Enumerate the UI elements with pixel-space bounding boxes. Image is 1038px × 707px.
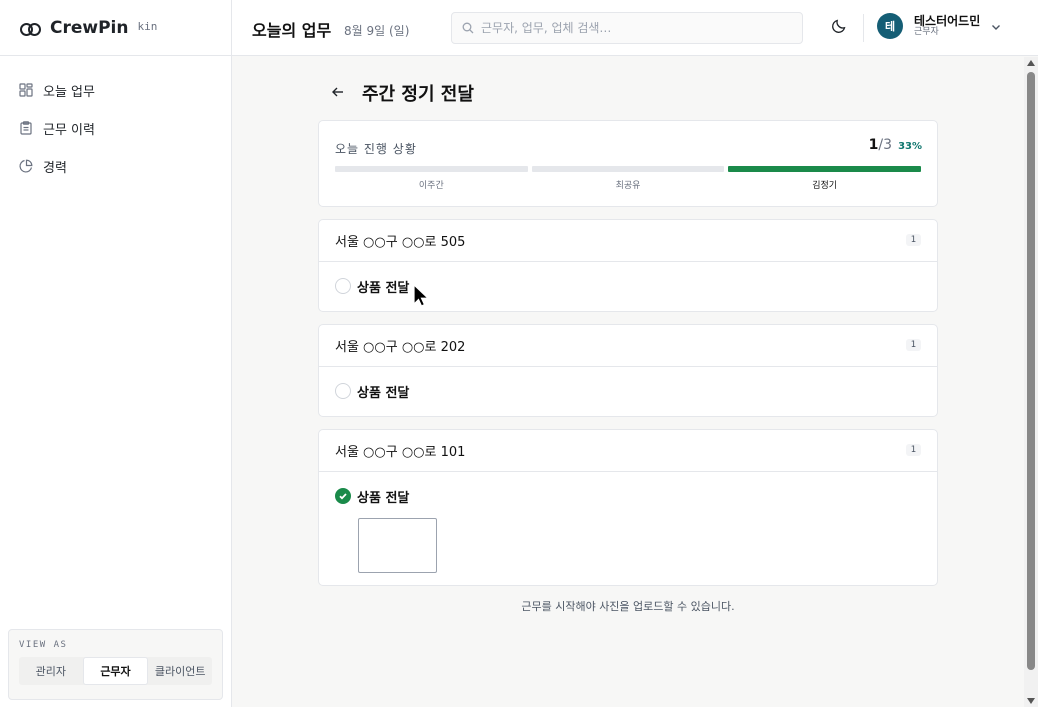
progress-step[interactable]: 이주간: [335, 166, 528, 191]
task-row[interactable]: 상품 전달: [319, 472, 937, 520]
brand-name: CrewPin: [50, 17, 129, 38]
task-checkbox[interactable]: [335, 278, 351, 294]
step-bar: [531, 166, 725, 172]
view-as-admin-button[interactable]: 관리자: [19, 657, 83, 685]
task-label: 상품 전달: [357, 490, 410, 506]
scrollbar[interactable]: [1024, 57, 1038, 707]
brand[interactable]: CrewPin kin: [0, 0, 231, 56]
step-name: 최공유: [615, 181, 641, 191]
avatar: 테: [877, 13, 903, 39]
progress-total: 3: [883, 137, 892, 153]
task-checkbox[interactable]: [335, 383, 351, 399]
location-header: 서울 ○○구 ○○로 505 1: [319, 220, 937, 262]
progress-done: 1: [868, 137, 879, 153]
moon-icon: [831, 18, 847, 38]
task-count-badge: 1: [905, 339, 921, 351]
clipboard-icon: [19, 121, 33, 135]
step-name: 김정기: [812, 181, 838, 191]
pie-chart-icon: [19, 159, 33, 173]
user-role: 근무자: [914, 26, 939, 37]
sidebar-nav: 오늘 업무 근무 이력 경력: [0, 56, 231, 185]
location-address: 서울 ○○구 ○○로 505: [335, 235, 466, 250]
sidebar-item-today[interactable]: 오늘 업무: [0, 71, 231, 109]
sidebar-item-label: 근무 이력: [43, 122, 95, 138]
sidebar: CrewPin kin 오늘 업무 근무 이력 경력 VIEW AS 관리자 근…: [0, 0, 232, 707]
task-row[interactable]: 상품 전달: [319, 262, 937, 310]
search-box[interactable]: [451, 12, 803, 44]
sidebar-item-label: 오늘 업무: [43, 84, 95, 100]
mouse-cursor-icon: [413, 283, 430, 312]
location-card: 서울 ○○구 ○○로 101 1 상품 전달: [318, 429, 938, 586]
progress-step[interactable]: 최공유: [531, 166, 725, 191]
photo-thumbnail[interactable]: [358, 518, 437, 573]
sidebar-item-label: 경력: [43, 160, 67, 176]
upload-notice: 근무를 시작해야 사진을 업로드할 수 있습니다.: [521, 600, 735, 613]
main-content: 주간 정기 전달 오늘 진행 상황 1/3 33% 이주간 최공유 김정기 서울…: [232, 57, 1024, 707]
user-name: 테스터어드민: [914, 13, 981, 28]
task-label: 상품 전달: [357, 280, 410, 296]
scroll-thumb[interactable]: [1027, 72, 1035, 670]
step-bar: [728, 166, 922, 172]
location-card: 서울 ○○구 ○○로 505 1 상품 전달: [318, 219, 938, 312]
chevron-down-icon: [991, 17, 1001, 36]
location-address: 서울 ○○구 ○○로 101: [335, 445, 466, 460]
task-count-badge: 1: [905, 444, 921, 456]
task-row[interactable]: 상품 전달: [319, 367, 937, 415]
sidebar-item-career[interactable]: 경력: [0, 147, 231, 185]
view-as-switch: 관리자 근무자 클라이언트: [19, 657, 212, 685]
page-title: 오늘의 업무: [252, 21, 332, 40]
location-card: 서울 ○○구 ○○로 202 1 상품 전달: [318, 324, 938, 417]
back-button[interactable]: [330, 84, 346, 100]
progress-percent: 33%: [898, 141, 922, 152]
progress-count: 1/3: [869, 137, 892, 153]
progress-steps: 이주간 최공유 김정기: [335, 166, 922, 191]
view-as-worker-button[interactable]: 근무자: [82, 657, 149, 685]
divider: [863, 14, 864, 42]
scroll-down-arrow-icon[interactable]: [1027, 698, 1035, 704]
location-address: 서울 ○○구 ○○로 202: [335, 340, 466, 355]
step-name: 이주간: [418, 181, 444, 191]
sidebar-item-history[interactable]: 근무 이력: [0, 109, 231, 147]
task-count-badge: 1: [905, 234, 921, 246]
top-bar: 오늘의 업무 8월 9일 (일) 테 테스터어드민 근무자: [232, 0, 1038, 56]
page-date: 8월 9일 (일): [344, 24, 410, 38]
location-header: 서울 ○○구 ○○로 202 1: [319, 325, 937, 367]
task-label: 상품 전달: [357, 385, 410, 401]
check-icon: [339, 493, 347, 500]
search-input[interactable]: [481, 21, 781, 35]
search-icon: [462, 19, 474, 38]
view-as-title: VIEW AS: [19, 640, 68, 650]
progress-label: 오늘 진행 상황: [335, 142, 417, 156]
dark-mode-toggle[interactable]: [829, 18, 849, 38]
scroll-up-arrow-icon[interactable]: [1027, 60, 1035, 66]
view-as-panel: VIEW AS 관리자 근무자 클라이언트: [8, 629, 223, 700]
task-checkbox-checked[interactable]: [335, 488, 351, 504]
progress-step-active[interactable]: 김정기: [728, 166, 922, 191]
step-bar: [335, 166, 528, 172]
user-menu[interactable]: 테 테스터어드민 근무자: [877, 13, 1001, 39]
grid-icon: [19, 83, 33, 97]
arrow-left-icon: [332, 87, 343, 97]
progress-card: 오늘 진행 상황 1/3 33% 이주간 최공유 김정기: [318, 120, 938, 207]
view-as-client-button[interactable]: 클라이언트: [148, 657, 212, 685]
brand-sub: kin: [137, 19, 158, 33]
location-header: 서울 ○○구 ○○로 101 1: [319, 430, 937, 472]
infinity-logo-icon: [20, 22, 41, 36]
section-title: 주간 정기 전달: [362, 84, 474, 105]
